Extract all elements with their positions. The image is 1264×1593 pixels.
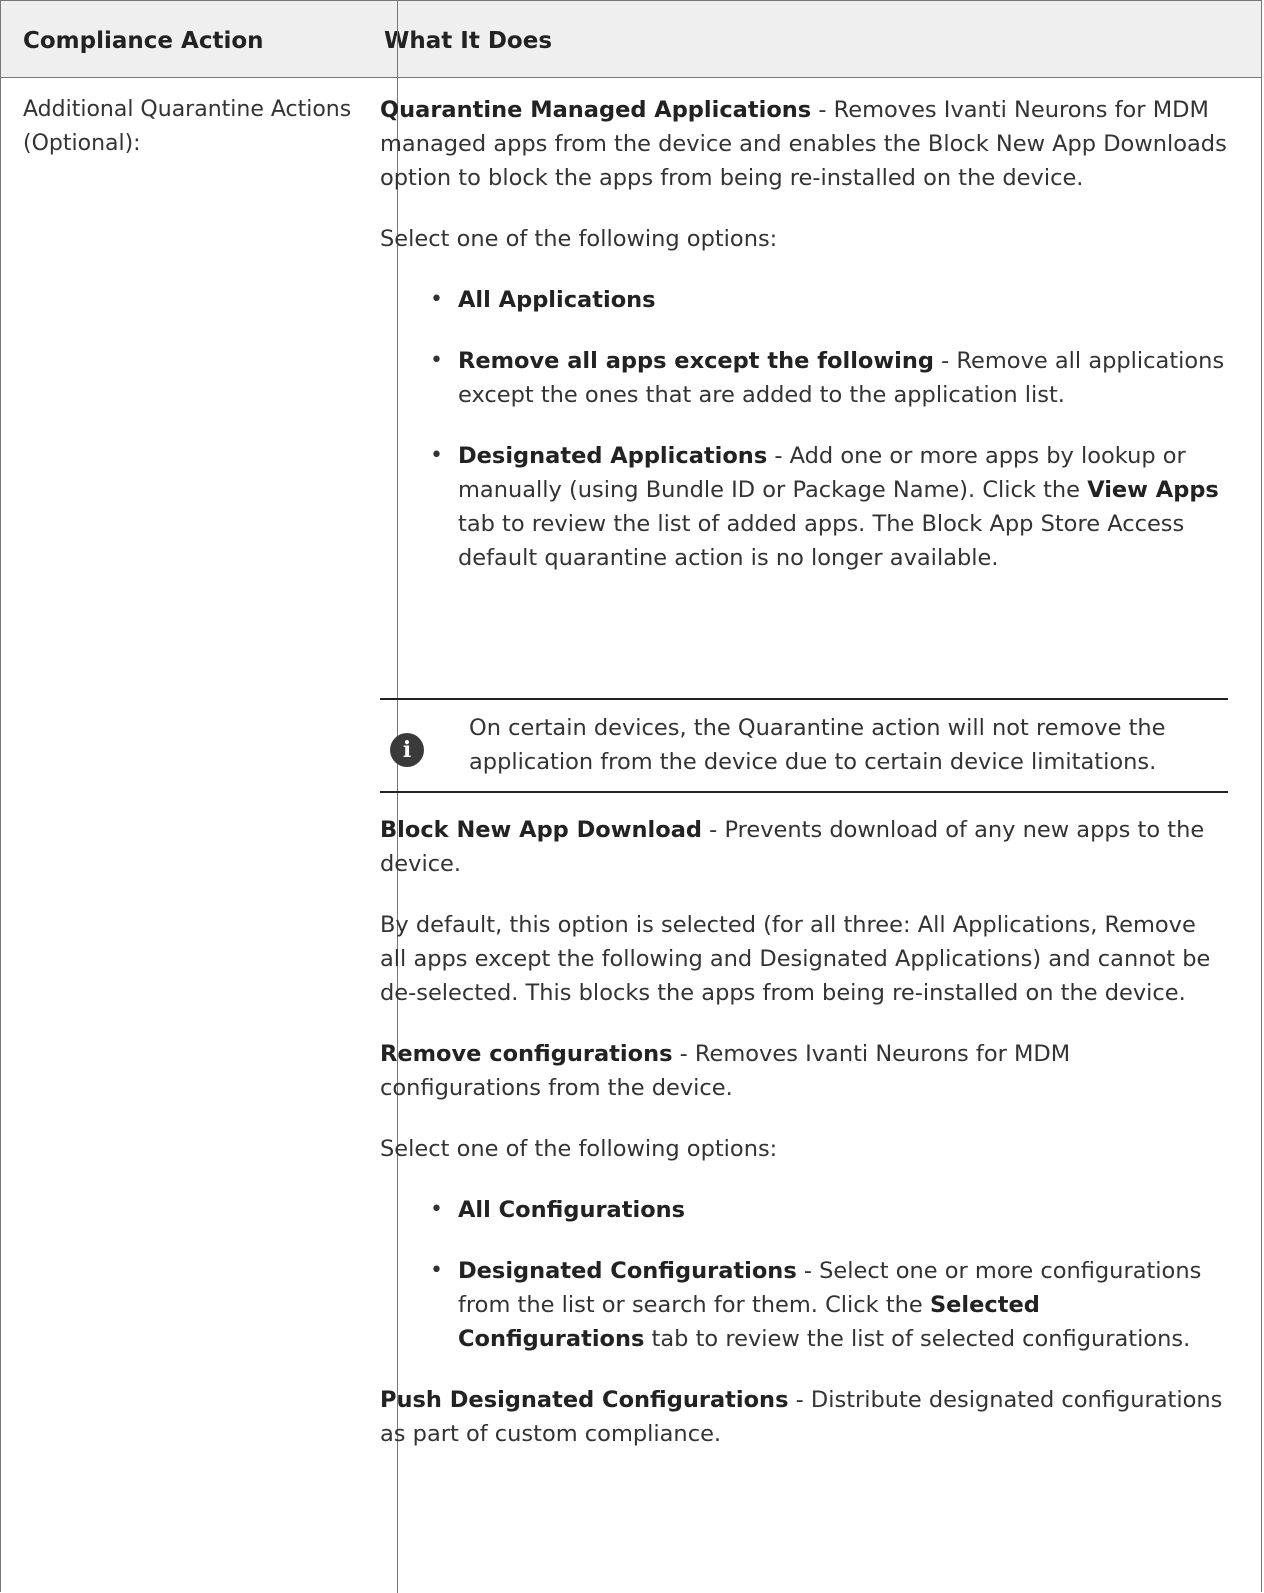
block-download-title: Block New App Download xyxy=(380,817,703,843)
info-icon: i xyxy=(390,733,424,767)
quarantine-apps-title: Quarantine Managed Applications xyxy=(380,97,812,123)
remove-configs-paragraph: Remove configurations - Removes Ivanti N… xyxy=(380,1037,1228,1105)
list-item: All Applications xyxy=(380,283,1228,317)
app-options-list: All Applications Remove all apps except … xyxy=(380,283,1228,575)
what-it-does-cell-lower: Block New App Download - Prevents downlo… xyxy=(380,813,1228,1451)
option-desc: tab to review the list of selected confi… xyxy=(644,1326,1191,1352)
option-title: All Configurations xyxy=(458,1197,686,1223)
list-item: Designated Applications - Add one or mor… xyxy=(380,439,1228,575)
remove-configs-title: Remove configurations xyxy=(380,1041,673,1067)
option-title: Designated Configurations xyxy=(458,1258,797,1284)
option-bold-link: View Apps xyxy=(1087,477,1219,503)
compliance-action-cell: Additional Quarantine Actions (Optional)… xyxy=(23,97,352,156)
note-box: i On certain devices, the Quarantine act… xyxy=(380,698,1228,793)
list-item: Designated Configurations - Select one o… xyxy=(380,1254,1228,1356)
push-configs-paragraph: Push Designated Configurations - Distrib… xyxy=(380,1383,1228,1451)
block-download-paragraph: Block New App Download - Prevents downlo… xyxy=(380,813,1228,881)
option-title: All Applications xyxy=(458,287,656,313)
select-options-text: Select one of the following options: xyxy=(380,226,778,252)
what-it-does-cell-upper: Quarantine Managed Applications - Remove… xyxy=(380,93,1228,575)
table-header: Compliance Action What It Does xyxy=(1,1,1261,78)
list-item: Remove all apps except the following - R… xyxy=(380,344,1228,412)
push-configs-title: Push Designated Configurations xyxy=(380,1387,789,1413)
default-text: By default, this option is selected (for… xyxy=(380,912,1211,1006)
option-title: Remove all apps except the following xyxy=(458,348,934,374)
select-options-text: Select one of the following options: xyxy=(380,1136,778,1162)
note-text: On certain devices, the Quarantine actio… xyxy=(469,715,1166,775)
header-what-it-does: What It Does xyxy=(384,28,553,54)
config-options-list: All Configurations Designated Configurat… xyxy=(380,1193,1228,1356)
compliance-table: Compliance Action What It Does Additiona… xyxy=(0,0,1262,1593)
option-title: Designated Applications xyxy=(458,443,768,469)
quarantine-apps-paragraph: Quarantine Managed Applications - Remove… xyxy=(380,93,1228,195)
option-desc: tab to review the list of added apps. Th… xyxy=(458,511,1185,571)
header-compliance-action: Compliance Action xyxy=(23,28,264,54)
list-item: All Configurations xyxy=(380,1193,1228,1227)
